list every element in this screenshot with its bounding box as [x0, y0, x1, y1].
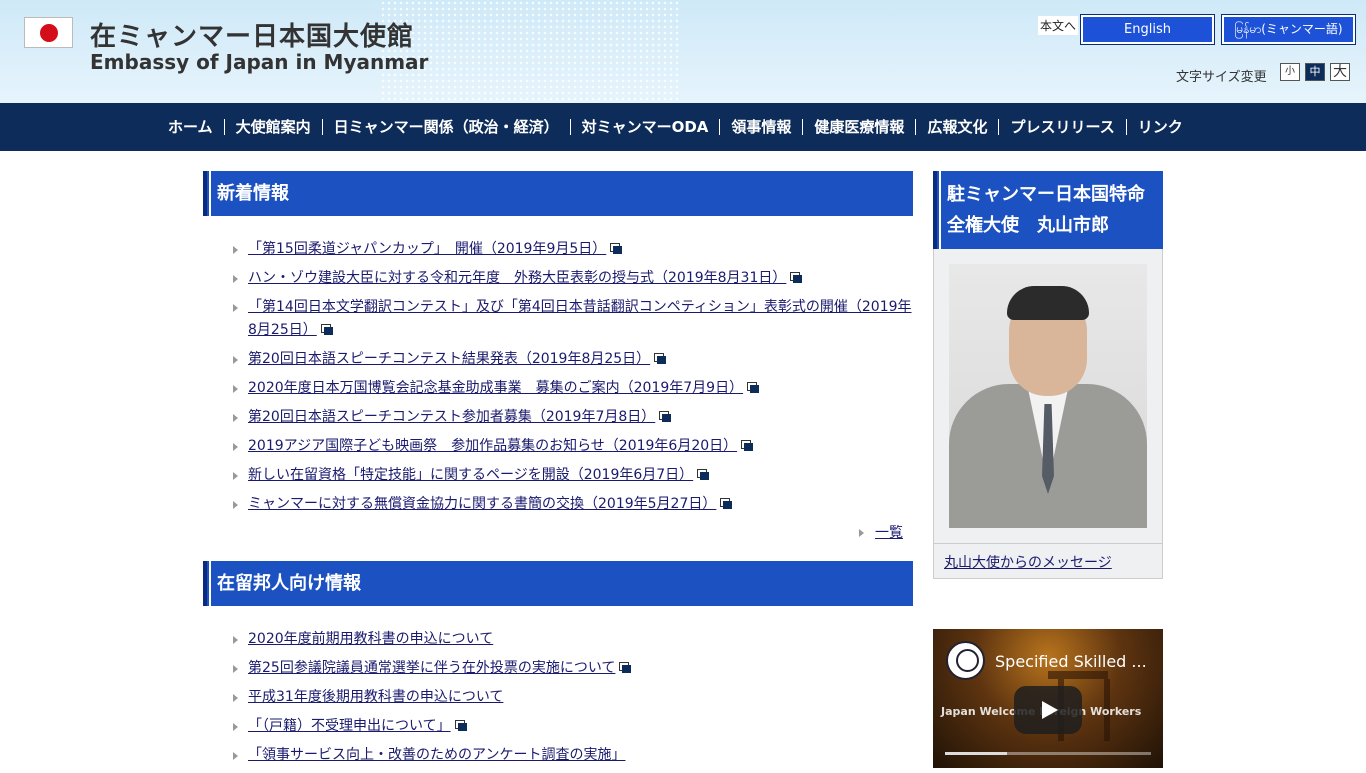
- list-item: 第20回日本語スピーチコンテスト結果発表（2019年8月25日）: [231, 348, 913, 371]
- nav-item-culture[interactable]: 広報文化: [915, 119, 998, 135]
- residents-section-header: 在留邦人向け情報: [203, 561, 913, 606]
- play-button-icon[interactable]: [1014, 686, 1082, 734]
- english-label: English: [1083, 17, 1212, 42]
- site-title-en[interactable]: Embassy of Japan in Myanmar: [90, 50, 428, 74]
- video-player[interactable]: Specified Skilled ... Japan Welcome Fore…: [933, 629, 1163, 768]
- japan-flag-icon: [24, 17, 73, 48]
- news-link[interactable]: ミャンマーに対する無償資金協力に関する書簡の交換（2019年5月27日）: [248, 496, 716, 512]
- video-title[interactable]: Specified Skilled ...: [995, 652, 1147, 671]
- divider: [934, 543, 1162, 544]
- external-link-icon: [720, 498, 733, 509]
- list-item: 2020年度日本万国博覧会記念基金助成事業 募集のご案内（2019年7月9日）: [231, 377, 913, 400]
- external-link-icon: [610, 243, 623, 254]
- list-item: 2020年度前期用教科書の申込について: [231, 628, 913, 651]
- news-section-header: 新着情報: [203, 171, 913, 216]
- list-item: 新しい在留資格「特定技能」に関するページを開設（2019年6月7日）: [231, 464, 913, 487]
- list-item: 「（戸籍）不受理申出について」: [231, 715, 913, 738]
- nav-item-health[interactable]: 健康医療情報: [802, 119, 915, 135]
- external-link-icon: [619, 662, 632, 673]
- site-header: 在ミャンマー日本国大使館 Embassy of Japan in Myanmar…: [0, 0, 1366, 103]
- external-link-icon: [697, 469, 710, 480]
- ambassador-box: 丸山大使からのメッセージ: [933, 249, 1163, 579]
- font-size-small-button[interactable]: 小: [1280, 63, 1300, 81]
- external-link-icon: [741, 440, 754, 451]
- nav-item-links[interactable]: リンク: [1125, 119, 1194, 135]
- residents-list: 2020年度前期用教科書の申込について 第25回参議院議員通常選挙に伴う在外投票…: [231, 628, 913, 767]
- external-link-icon: [747, 382, 760, 393]
- ambassador-heading: 駐ミャンマー日本国特命全権大使 丸山市郎: [947, 184, 1145, 236]
- font-size-large-button[interactable]: 大: [1330, 63, 1350, 81]
- font-size-medium-button[interactable]: 中: [1305, 63, 1325, 81]
- skip-to-content-link[interactable]: 本文へ: [1038, 16, 1079, 35]
- residents-link[interactable]: 第25回参議院議員通常選挙に伴う在外投票の実施について: [248, 660, 615, 676]
- site-title-ja[interactable]: 在ミャンマー日本国大使館: [90, 16, 414, 53]
- external-link-icon: [320, 324, 333, 335]
- residents-heading: 在留邦人向け情報: [217, 573, 361, 594]
- residents-link[interactable]: 「（戸籍）不受理申出について」: [248, 718, 451, 734]
- news-heading: 新着情報: [217, 183, 289, 204]
- news-link[interactable]: ハン・ゾウ建設大臣に対する令和元年度 外務大臣表彰の授与式（2019年8月31日…: [248, 270, 786, 286]
- list-item: ハン・ゾウ建設大臣に対する令和元年度 外務大臣表彰の授与式（2019年8月31日…: [231, 267, 913, 290]
- residents-link[interactable]: 「領事サービス向上・改善のためのアンケート調査の実施」: [248, 747, 625, 763]
- news-link[interactable]: 「第15回柔道ジャパンカップ」 開催（2019年9月5日）: [248, 241, 606, 257]
- font-size-label: 文字サイズ変更: [1176, 70, 1267, 85]
- nav-item-relations[interactable]: 日ミャンマー関係（政治・経済）: [321, 119, 570, 135]
- list-item: 「第14回日本文学翻訳コンテスト」及び「第4回日本昔話翻訳コンペティション」表彰…: [231, 296, 913, 342]
- external-link-icon: [790, 272, 803, 283]
- news-list: 「第15回柔道ジャパンカップ」 開催（2019年9月5日） ハン・ゾウ建設大臣に…: [231, 238, 913, 516]
- news-link[interactable]: 新しい在留資格「特定技能」に関するページを開設（2019年6月7日）: [248, 467, 693, 483]
- list-item: 第25回参議院議員通常選挙に伴う在外投票の実施について: [231, 657, 913, 680]
- news-link[interactable]: 第20回日本語スピーチコンテスト結果発表（2019年8月25日）: [248, 351, 650, 367]
- news-link[interactable]: 2020年度日本万国博覧会記念基金助成事業 募集のご案内（2019年7月9日）: [248, 380, 743, 396]
- list-item: 平成31年度後期用教科書の申込について: [231, 686, 913, 709]
- nav-item-home[interactable]: ホーム: [157, 119, 224, 135]
- mofa-logo-icon: [946, 641, 985, 680]
- nav-item-embassy[interactable]: 大使館案内: [223, 119, 322, 135]
- ambassador-photo: [949, 264, 1147, 528]
- video-progress-fill: [945, 752, 1007, 755]
- list-item: 第20回日本語スピーチコンテスト参加者募集（2019年7月8日）: [231, 406, 913, 429]
- news-more-link[interactable]: 一覧: [859, 525, 903, 541]
- list-item: 2019アジア国際子ども映画祭 参加作品募集のお知らせ（2019年6月20日）: [231, 435, 913, 458]
- global-nav: ホーム 大使館案内 日ミャンマー関係（政治・経済） 対ミャンマーODA 領事情報…: [0, 103, 1366, 151]
- nav-item-press[interactable]: プレスリリース: [998, 119, 1125, 135]
- external-link-icon: [654, 353, 667, 364]
- ambassador-header: 駐ミャンマー日本国特命全権大使 丸山市郎: [933, 171, 1163, 249]
- residents-link[interactable]: 平成31年度後期用教科書の申込について: [248, 689, 503, 705]
- news-more: 一覧: [203, 522, 903, 542]
- english-language-button[interactable]: English: [1080, 14, 1215, 45]
- external-link-icon: [659, 411, 672, 422]
- nav-item-consular[interactable]: 領事情報: [719, 119, 802, 135]
- news-link[interactable]: 「第14回日本文学翻訳コンテスト」及び「第4回日本昔話翻訳コンペティション」表彰…: [248, 299, 912, 338]
- sidebar: 駐ミャンマー日本国特命全権大使 丸山市郎 丸山大使からのメッセージ: [933, 171, 1163, 579]
- residents-link[interactable]: 2020年度前期用教科書の申込について: [248, 631, 493, 647]
- external-link-icon: [454, 720, 467, 731]
- list-item: 「第15回柔道ジャパンカップ」 開催（2019年9月5日）: [231, 238, 913, 261]
- news-link[interactable]: 2019アジア国際子ども映画祭 参加作品募集のお知らせ（2019年6月20日）: [248, 438, 737, 454]
- myanmar-label: မြန်မာ(ミャンマー語): [1224, 17, 1353, 42]
- list-item: 「領事サービス向上・改善のためのアンケート調査の実施」: [231, 744, 913, 767]
- nav-item-oda[interactable]: 対ミャンマーODA: [569, 119, 720, 135]
- myanmar-language-button[interactable]: မြန်မာ(ミャンマー語): [1221, 14, 1356, 45]
- main-content: 新着情報 「第15回柔道ジャパンカップ」 開催（2019年9月5日） ハン・ゾウ…: [203, 171, 913, 773]
- list-item: ミャンマーに対する無償資金協力に関する書簡の交換（2019年5月27日）: [231, 493, 913, 516]
- news-link[interactable]: 第20回日本語スピーチコンテスト参加者募集（2019年7月8日）: [248, 409, 655, 425]
- ambassador-message-link[interactable]: 丸山大使からのメッセージ: [944, 552, 1112, 572]
